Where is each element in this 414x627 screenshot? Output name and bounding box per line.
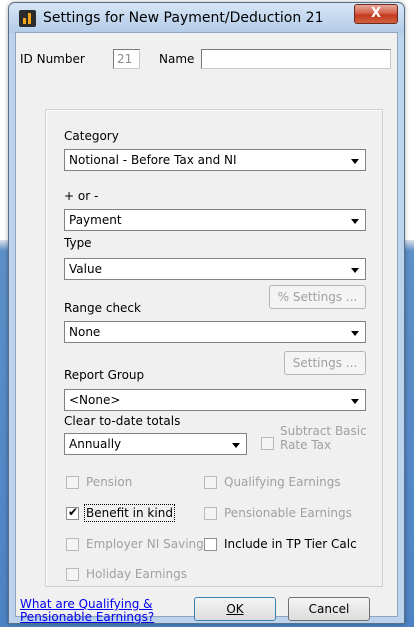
qualifying-earnings-label: Qualifying Earnings xyxy=(224,475,341,489)
qualifying-earnings-checkbox[interactable] xyxy=(204,476,217,489)
clear-totals-value: Annually xyxy=(69,437,122,451)
pensionable-earnings-checkbox[interactable] xyxy=(204,507,217,520)
holiday-earnings-label: Holiday Earnings xyxy=(86,567,187,581)
include-tp-tier-checkbox[interactable] xyxy=(204,538,217,551)
subtract-basic-rate-label: Subtract Basic Rate Tax xyxy=(280,424,367,452)
benefit-in-kind-label: Benefit in kind xyxy=(84,504,175,522)
pension-label: Pension xyxy=(86,475,133,489)
title-bar[interactable]: Settings for New Payment/Deduction 21 X xyxy=(9,3,404,33)
employer-ni-saving-checkbox[interactable] xyxy=(66,538,79,551)
dialog-client-area: ID Number 21 Name Category Notional - Be… xyxy=(15,32,398,624)
name-label: Name xyxy=(159,52,195,66)
sign-label: + or - xyxy=(64,189,99,203)
holiday-earnings-checkbox[interactable] xyxy=(66,568,79,581)
ok-button[interactable]: OK xyxy=(194,597,276,621)
window-title: Settings for New Payment/Deduction 21 xyxy=(43,10,324,26)
close-button[interactable]: X xyxy=(354,4,398,24)
clear-totals-select[interactable]: Annually xyxy=(64,433,247,455)
category-select[interactable]: Notional - Before Tax and NI xyxy=(64,149,366,171)
chevron-down-icon xyxy=(232,443,240,448)
subtract-basic-rate-checkbox[interactable] xyxy=(261,437,274,450)
category-value: Notional - Before Tax and NI xyxy=(69,153,237,167)
clear-totals-label: Clear to-date totals xyxy=(64,414,181,428)
report-group-select[interactable]: <None> xyxy=(64,389,366,411)
include-tp-tier-label: Include in TP Tier Calc xyxy=(224,537,357,551)
id-number-field: 21 xyxy=(113,49,140,69)
chevron-down-icon xyxy=(351,399,359,404)
settings-button[interactable]: Settings ... xyxy=(284,351,366,375)
employer-ni-saving-label: Employer NI Saving xyxy=(86,537,204,551)
percent-settings-button[interactable]: % Settings ... xyxy=(269,285,366,309)
sign-select[interactable]: Payment xyxy=(64,209,366,231)
report-group-label: Report Group xyxy=(64,368,145,382)
range-check-label: Range check xyxy=(64,301,141,315)
category-label: Category xyxy=(64,129,119,143)
chevron-down-icon xyxy=(351,159,359,164)
qualifying-earnings-help-link[interactable]: What are Qualifying & Pensionable Earnin… xyxy=(20,598,154,624)
type-value: Value xyxy=(69,262,102,276)
range-check-select[interactable]: None xyxy=(64,321,366,343)
pensionable-earnings-label: Pensionable Earnings xyxy=(224,506,352,520)
chevron-down-icon xyxy=(351,268,359,273)
pension-checkbox[interactable] xyxy=(66,476,79,489)
name-field[interactable] xyxy=(201,49,391,69)
type-label: Type xyxy=(64,236,92,250)
cancel-button[interactable]: Cancel xyxy=(288,597,370,621)
settings-dialog: Settings for New Payment/Deduction 21 X … xyxy=(8,2,405,624)
id-number-label: ID Number xyxy=(20,52,85,66)
checkmark-icon: ✔ xyxy=(68,505,79,519)
chevron-down-icon xyxy=(351,331,359,336)
report-group-value: <None> xyxy=(69,393,121,407)
type-select[interactable]: Value xyxy=(64,258,366,280)
benefit-in-kind-checkbox[interactable]: ✔ xyxy=(66,505,79,520)
chevron-down-icon xyxy=(351,219,359,224)
range-check-value: None xyxy=(69,325,101,339)
app-chart-icon xyxy=(19,10,36,27)
sign-value: Payment xyxy=(69,213,122,227)
